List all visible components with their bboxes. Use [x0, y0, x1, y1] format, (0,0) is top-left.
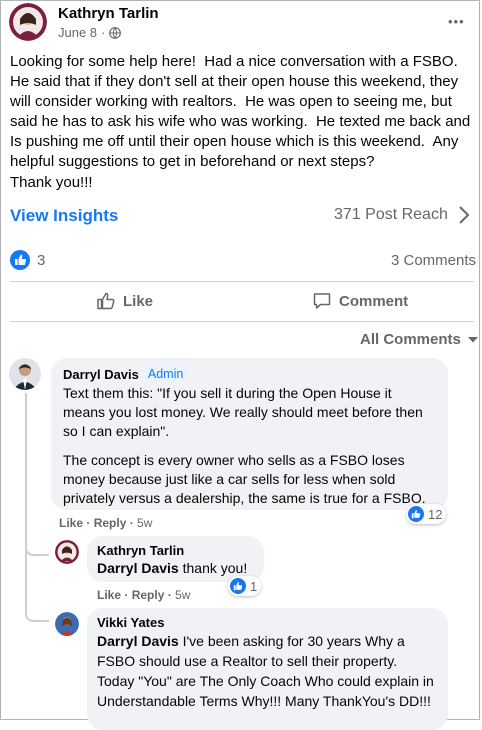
thread-connector [25, 606, 49, 622]
comment-reply-link[interactable]: Reply [94, 516, 127, 530]
post-author[interactable]: Kathryn Tarlin [58, 5, 159, 22]
comment-reactions[interactable]: 12 [406, 504, 447, 524]
post-date-separator: · [101, 25, 106, 40]
comment-author[interactable]: Kathryn Tarlin [97, 543, 254, 558]
commenter-avatar[interactable] [55, 612, 79, 636]
comments-filter[interactable]: All Comments [360, 331, 479, 348]
view-insights-link[interactable]: View Insights [10, 206, 118, 226]
comment-button-label: Comment [339, 292, 409, 310]
post-body: Looking for some help here! Had a nice c… [10, 53, 475, 170]
comment-text: Darryl Davis I've been asking for 30 yea… [97, 631, 438, 711]
comment-text: Darryl Davis thank you! [97, 559, 254, 578]
like-reaction-icon [230, 578, 246, 594]
comment-actions: Like · Reply · 5w [59, 516, 153, 530]
admin-badge: Admin [143, 366, 188, 382]
mention-link[interactable]: Darryl Davis [97, 633, 179, 649]
comment-icon [313, 293, 331, 309]
comment-author[interactable]: Vikki Yates [97, 615, 438, 630]
chevron-right-icon[interactable] [458, 205, 470, 225]
comment-time[interactable]: 5w [175, 588, 190, 602]
comment-like-link[interactable]: Like [97, 588, 121, 602]
commenter-avatar[interactable] [55, 540, 79, 564]
comments-filter-label: All Comments [360, 331, 461, 348]
commenter-avatar[interactable] [9, 358, 41, 390]
post-thanks: Thank you!!! [10, 174, 93, 191]
comment-bubble: Vikki Yates Darryl Davis I've been askin… [87, 608, 448, 730]
comment-button[interactable]: Comment [312, 291, 408, 311]
like-reaction-icon[interactable] [10, 250, 30, 270]
comment-body: thank you! [178, 560, 248, 576]
caret-down-icon [467, 336, 478, 342]
comment-text: The concept is every owner who sells as … [63, 452, 426, 506]
thread-line [25, 393, 27, 608]
like-button[interactable]: Like [96, 291, 153, 311]
more-icon[interactable]: ••• [448, 14, 465, 29]
comment-count[interactable]: 3 Comments [391, 252, 476, 269]
comment-like-link[interactable]: Like [59, 516, 83, 530]
mention-link[interactable]: Darryl Davis [97, 560, 179, 576]
author-avatar[interactable] [9, 3, 47, 41]
comment-actions: Like · Reply · 5w [97, 588, 191, 602]
post-meta: June 8 · [58, 25, 122, 40]
comment-bubble: Darryl Davis Admin Text them this: "If y… [51, 358, 448, 510]
divider [10, 321, 474, 322]
comment-time[interactable]: 5w [137, 516, 152, 530]
comment-reactions[interactable]: 1 [228, 576, 262, 596]
divider [10, 281, 474, 282]
like-button-label: Like [123, 292, 154, 310]
globe-icon [109, 26, 122, 39]
reaction-count: 12 [428, 506, 443, 522]
reaction-count: 1 [250, 578, 258, 594]
comment-text: Text them this: "If you sell it during t… [63, 385, 423, 439]
comment-author[interactable]: Darryl Davis [63, 367, 139, 382]
like-reaction-icon [408, 506, 424, 522]
thread-connector [25, 540, 49, 556]
comment-reply-link[interactable]: Reply [132, 588, 165, 602]
post-date[interactable]: June 8 [58, 25, 97, 40]
post-reach[interactable]: 371 Post Reach [334, 206, 448, 224]
thumbs-up-icon [97, 292, 115, 310]
like-count[interactable]: 3 [37, 252, 45, 269]
